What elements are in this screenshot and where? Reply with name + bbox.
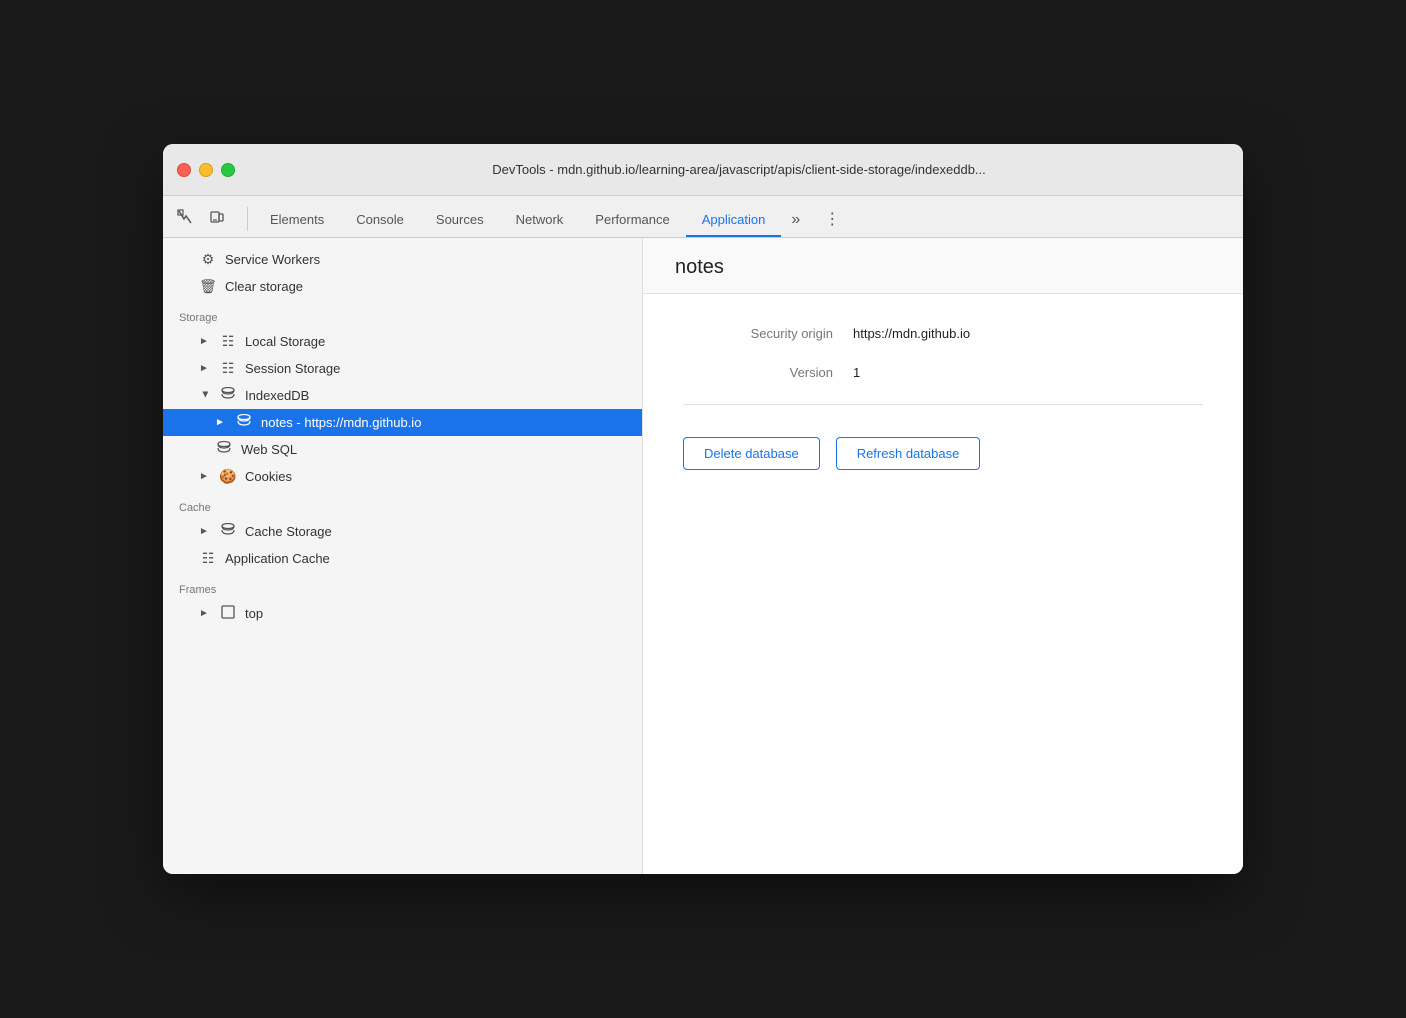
- arrow-indexeddb: ►: [200, 390, 211, 402]
- tab-elements[interactable]: Elements: [254, 204, 340, 237]
- sidebar-item-web-sql[interactable]: Web SQL: [163, 436, 642, 463]
- cookie-icon: 🍪: [219, 468, 237, 485]
- sidebar-label-cache-storage: Cache Storage: [245, 524, 332, 539]
- arrow-notes-db: ►: [215, 417, 227, 428]
- more-tabs-icon[interactable]: »: [781, 203, 810, 237]
- db-icon-indexeddb: [219, 387, 237, 404]
- tab-divider: [247, 207, 248, 231]
- devtools-menu-icon[interactable]: ⋮: [814, 201, 850, 237]
- gear-icon: ⚙: [199, 251, 217, 268]
- version-row: Version 1: [683, 365, 1203, 380]
- content-panel: notes Security origin https://mdn.github…: [643, 238, 1243, 874]
- sidebar-label-top: top: [245, 606, 263, 621]
- sidebar-label-web-sql: Web SQL: [241, 442, 297, 457]
- toolbar-icons: [171, 203, 231, 237]
- refresh-database-button[interactable]: Refresh database: [836, 437, 981, 470]
- db-icon-notes: [235, 414, 253, 431]
- arrow-top: ►: [199, 608, 211, 619]
- window-title: DevTools - mdn.github.io/learning-area/j…: [249, 162, 1229, 177]
- sidebar-item-session-storage[interactable]: ► ☷ Session Storage: [163, 355, 642, 382]
- grid-icon-local: ☷: [219, 333, 237, 350]
- device-icon[interactable]: [203, 203, 231, 231]
- sidebar-item-service-workers[interactable]: ⚙ Service Workers: [163, 246, 642, 273]
- sidebar-label-local-storage: Local Storage: [245, 334, 325, 349]
- tab-bar: Elements Console Sources Network Perform…: [163, 196, 1243, 238]
- arrow-local-storage: ►: [199, 336, 211, 347]
- action-buttons: Delete database Refresh database: [683, 429, 1203, 478]
- sidebar-item-cookies[interactable]: ► 🍪 Cookies: [163, 463, 642, 490]
- sidebar-label-app-cache: Application Cache: [225, 551, 330, 566]
- frame-icon: [219, 605, 237, 622]
- sidebar-item-top[interactable]: ► top: [163, 600, 642, 627]
- content-body: Security origin https://mdn.github.io Ve…: [643, 294, 1243, 510]
- title-bar: DevTools - mdn.github.io/learning-area/j…: [163, 144, 1243, 196]
- minimize-button[interactable]: [199, 163, 213, 177]
- section-label-cache: Cache: [163, 490, 642, 518]
- version-label: Version: [683, 365, 833, 380]
- sidebar-item-local-storage[interactable]: ► ☷ Local Storage: [163, 328, 642, 355]
- sidebar-item-clear-storage[interactable]: 🗑 Clear storage: [163, 273, 642, 300]
- sidebar-label-service-workers: Service Workers: [225, 252, 320, 267]
- sidebar-item-cache-storage[interactable]: ► Cache Storage: [163, 518, 642, 545]
- sidebar-item-indexeddb[interactable]: ► IndexedDB: [163, 382, 642, 409]
- trash-icon: 🗑: [199, 278, 217, 295]
- tab-console[interactable]: Console: [340, 204, 420, 237]
- tab-sources[interactable]: Sources: [420, 204, 500, 237]
- db-icon-cache: [219, 523, 237, 540]
- tabs-container: Elements Console Sources Network Perform…: [254, 203, 810, 237]
- content-header: notes: [643, 238, 1243, 294]
- divider: [683, 404, 1203, 405]
- tab-performance[interactable]: Performance: [579, 204, 685, 237]
- sidebar-item-app-cache[interactable]: ☷ Application Cache: [163, 545, 642, 572]
- sidebar: ⚙ Service Workers 🗑 Clear storage Storag…: [163, 238, 643, 874]
- arrow-cookies: ►: [199, 471, 211, 482]
- tab-network[interactable]: Network: [500, 204, 580, 237]
- traffic-lights: [177, 163, 235, 177]
- db-icon-websql: [215, 441, 233, 458]
- section-label-frames: Frames: [163, 572, 642, 600]
- content-title: notes: [675, 256, 1211, 279]
- grid-icon-appcache: ☷: [199, 550, 217, 567]
- security-origin-label: Security origin: [683, 326, 833, 341]
- sidebar-label-session-storage: Session Storage: [245, 361, 340, 376]
- sidebar-label-clear-storage: Clear storage: [225, 279, 303, 294]
- arrow-session-storage: ►: [199, 363, 211, 374]
- sidebar-label-indexeddb: IndexedDB: [245, 388, 309, 403]
- sidebar-label-notes-db: notes - https://mdn.github.io: [261, 415, 421, 430]
- security-origin-row: Security origin https://mdn.github.io: [683, 326, 1203, 341]
- version-value: 1: [853, 365, 860, 380]
- sidebar-item-notes-db[interactable]: ► notes - https://mdn.github.io: [163, 409, 642, 436]
- inspect-icon[interactable]: [171, 203, 199, 231]
- arrow-cache-storage: ►: [199, 526, 211, 537]
- section-label-storage: Storage: [163, 300, 642, 328]
- grid-icon-session: ☷: [219, 360, 237, 377]
- sidebar-label-cookies: Cookies: [245, 469, 292, 484]
- devtools-window: DevTools - mdn.github.io/learning-area/j…: [163, 144, 1243, 874]
- main-content: ⚙ Service Workers 🗑 Clear storage Storag…: [163, 238, 1243, 874]
- maximize-button[interactable]: [221, 163, 235, 177]
- delete-database-button[interactable]: Delete database: [683, 437, 820, 470]
- tab-application[interactable]: Application: [686, 204, 782, 237]
- close-button[interactable]: [177, 163, 191, 177]
- security-origin-value: https://mdn.github.io: [853, 326, 970, 341]
